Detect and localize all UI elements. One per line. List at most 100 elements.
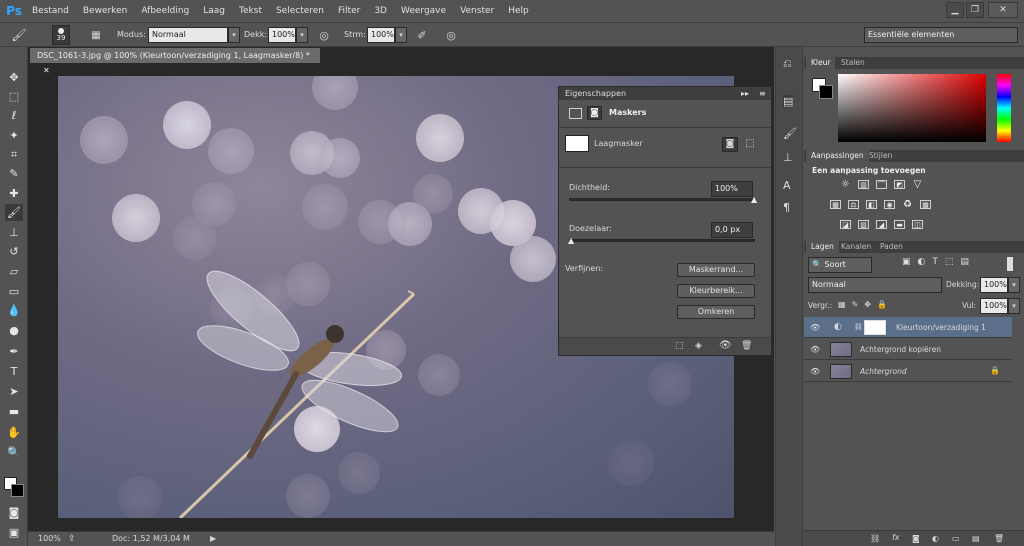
path-selection-tool-icon[interactable]: ➤ <box>5 383 23 400</box>
curves-icon[interactable]: ⌒ <box>876 180 887 189</box>
new-layer-icon[interactable]: ▤ <box>972 534 980 543</box>
color-field[interactable] <box>838 74 986 142</box>
collapse-panel-icon[interactable]: ▸▸ <box>741 87 749 100</box>
screen-mode-icon[interactable]: ▣ <box>5 524 23 541</box>
menu-weergave[interactable]: Weergave <box>394 0 453 22</box>
filter-pixel-icon[interactable]: ▣ <box>902 257 911 267</box>
hand-tool-icon[interactable]: ✋ <box>5 424 23 441</box>
adjustment-properties-icon[interactable] <box>569 108 582 119</box>
mask-link-icon[interactable]: ⛓ <box>854 323 863 331</box>
tab-paths[interactable]: Paden <box>875 241 908 253</box>
density-slider-thumb[interactable]: ▲ <box>751 195 757 204</box>
pixel-mask-icon[interactable]: ◙ <box>722 137 738 152</box>
blend-mode-select[interactable]: Normaal <box>808 277 942 293</box>
filter-shape-icon[interactable]: ⬚ <box>945 257 954 267</box>
clone-source-icon[interactable]: ⊥ <box>783 151 793 164</box>
eraser-tool-icon[interactable]: ▱ <box>5 263 23 280</box>
black-white-icon[interactable]: ◧ <box>866 200 877 209</box>
visibility-eye-icon[interactable]: 👁 <box>810 367 820 376</box>
close-tab-icon[interactable]: ✕ <box>43 66 50 75</box>
history-panel-icon[interactable]: ⎌ <box>783 57 792 71</box>
color-range-button[interactable]: Kleurbereik... <box>677 284 755 298</box>
flow-dropdown-icon[interactable]: ▾ <box>395 27 407 43</box>
menu-bewerken[interactable]: Bewerken <box>76 0 134 22</box>
flow-field[interactable]: 100% <box>367 27 395 43</box>
brightness-contrast-icon[interactable]: ☼ <box>840 179 851 190</box>
brush-size-picker[interactable]: 39 <box>52 25 70 45</box>
minimize-button[interactable]: ▁ <box>946 2 964 18</box>
layer-filter-select[interactable]: 🔍 Soort <box>808 257 872 273</box>
mode-dropdown-icon[interactable]: ▾ <box>228 27 240 43</box>
lasso-tool-icon[interactable]: ℓ <box>5 107 23 124</box>
menu-bestand[interactable]: Bestand <box>25 0 76 22</box>
layer-row[interactable]: 👁 ◐ ⛓ Kleurtoon/verzadiging 1 <box>804 317 1012 338</box>
background-color-swatch[interactable] <box>11 484 24 497</box>
gradient-map-icon[interactable]: ▬ <box>894 220 905 229</box>
character-panel-icon[interactable]: A <box>783 179 791 192</box>
filter-adjustment-icon[interactable]: ◐ <box>918 257 926 267</box>
airbrush-icon[interactable]: ✐ <box>414 26 430 44</box>
healing-brush-tool-icon[interactable]: ✚ <box>5 185 23 202</box>
selective-color-icon[interactable]: ◫ <box>912 220 923 229</box>
vibrance-icon[interactable]: ▽ <box>912 179 923 190</box>
history-brush-tool-icon[interactable]: ↺ <box>5 243 23 260</box>
pressure-opacity-icon[interactable]: ◎ <box>316 26 332 44</box>
feather-field[interactable]: 0,0 px <box>711 222 753 238</box>
density-field[interactable]: 100% <box>711 181 753 197</box>
tab-styles[interactable]: Stijlen <box>864 150 897 162</box>
filter-toggle-switch[interactable] <box>1007 257 1013 271</box>
gradient-tool-icon[interactable]: ▭ <box>5 283 23 300</box>
filter-type-icon[interactable]: T <box>932 257 938 267</box>
quick-mask-icon[interactable]: ◙ <box>5 504 23 521</box>
fill-dropdown-icon[interactable]: ▾ <box>1008 298 1020 314</box>
document-tab[interactable]: DSC_1061-3.jpg @ 100% (Kleurtoon/verzadi… <box>30 48 320 75</box>
add-mask-icon[interactable]: ◙ <box>912 534 920 543</box>
tab-swatches[interactable]: Stalen <box>836 57 870 69</box>
restore-button[interactable]: ❐ <box>966 2 984 18</box>
menu-selecteren[interactable]: Selecteren <box>269 0 331 22</box>
lock-all-icon[interactable]: 🔒 <box>877 300 887 309</box>
clone-stamp-tool-icon[interactable]: ⊥ <box>5 224 23 241</box>
pressure-size-icon[interactable]: ◎ <box>443 26 459 44</box>
layer-opacity-field[interactable]: 100% <box>980 277 1008 293</box>
invert-adjustment-icon[interactable]: ◪ <box>840 220 851 229</box>
layer-style-icon[interactable]: fx <box>892 533 900 542</box>
quick-selection-tool-icon[interactable]: ✦ <box>5 127 23 144</box>
vector-mask-icon[interactable]: ⬚ <box>742 137 758 152</box>
menu-help[interactable]: Help <box>501 0 536 22</box>
menu-venster[interactable]: Venster <box>453 0 501 22</box>
layer-row[interactable]: 👁 Achtergrond kopiëren <box>804 339 1012 360</box>
eyedropper-tool-icon[interactable]: ✎ <box>5 165 23 182</box>
link-layers-icon[interactable]: ⛓ <box>870 534 880 543</box>
load-selection-icon[interactable]: ⬚ <box>675 341 684 351</box>
status-menu-arrow-icon[interactable]: ▶ <box>210 532 216 546</box>
photo-filter-icon[interactable]: ◉ <box>884 200 895 209</box>
channel-mixer-icon[interactable]: ♻ <box>902 199 913 210</box>
fill-field[interactable]: 100% <box>980 298 1008 314</box>
menu-3d[interactable]: 3D <box>367 0 394 22</box>
posterize-icon[interactable]: ▨ <box>858 220 869 229</box>
menu-afbeelding[interactable]: Afbeelding <box>134 0 196 22</box>
toggle-mask-visibility-icon[interactable]: 👁 <box>719 340 732 351</box>
crop-tool-icon[interactable]: ⌗ <box>5 146 23 163</box>
feather-slider-thumb[interactable]: ▲ <box>568 236 574 245</box>
rectangle-tool-icon[interactable]: ▬ <box>5 403 23 420</box>
hue-slider[interactable] <box>997 74 1011 142</box>
lock-transparent-icon[interactable]: ▦ <box>838 300 846 309</box>
mask-properties-icon[interactable]: ◙ <box>587 106 602 120</box>
mask-edge-button[interactable]: Maskerrand... <box>677 263 755 277</box>
type-tool-icon[interactable]: T <box>5 363 23 380</box>
layer-row[interactable]: 👁 Achtergrond 🔒 <box>804 361 1012 382</box>
workspace-select[interactable]: Essentiële elementen <box>864 27 1018 43</box>
export-icon[interactable]: ⇪ <box>68 532 76 546</box>
tab-layers[interactable]: Lagen <box>806 241 839 253</box>
visibility-eye-icon[interactable]: 👁 <box>810 345 820 354</box>
zoom-tool-icon[interactable]: 🔍 <box>5 444 23 461</box>
filter-smart-object-icon[interactable]: ▤ <box>960 257 969 267</box>
panel-menu-icon[interactable]: ≡ <box>759 87 766 100</box>
brush-panel-toggle-icon[interactable]: ▦ <box>88 26 104 44</box>
close-button[interactable]: ✕ <box>988 2 1018 18</box>
opacity-dropdown-icon[interactable]: ▾ <box>296 27 308 43</box>
levels-icon[interactable]: ▥ <box>858 180 869 189</box>
brush-tool-preset-icon[interactable]: 🖌 <box>6 26 32 44</box>
